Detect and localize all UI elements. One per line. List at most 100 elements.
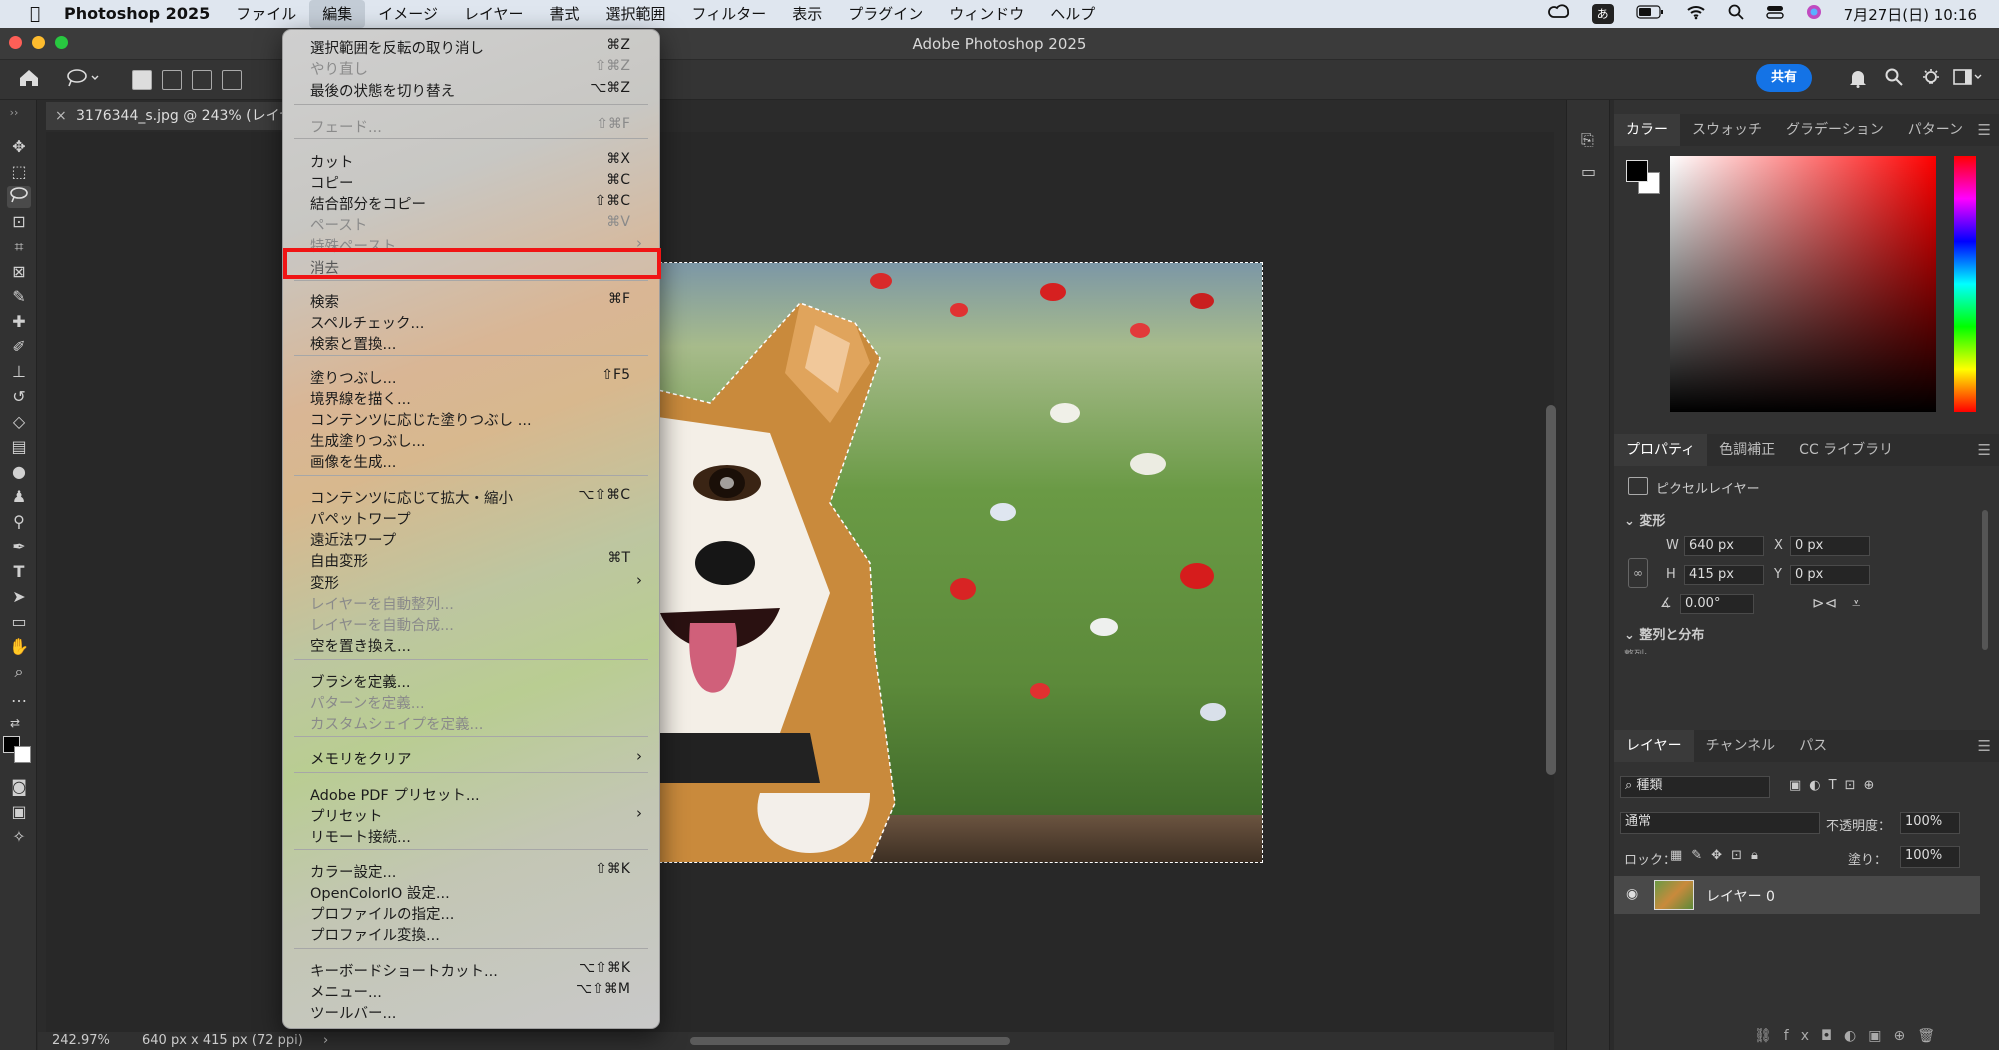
blur-tool-icon[interactable]: ● (7, 461, 31, 483)
edit-menu-item[interactable]: 検索 ⌘F (282, 290, 660, 311)
menu-help[interactable]: ヘルプ (1037, 0, 1108, 28)
brush-tool-icon[interactable]: ✐ (7, 336, 31, 358)
menu-type[interactable]: 書式 (537, 0, 593, 28)
apple-icon[interactable]:  (22, 4, 48, 24)
edit-menu-item[interactable]: OpenColorIO 設定... (282, 881, 660, 902)
gradient-tool-icon[interactable]: ▤ (7, 436, 31, 458)
type-tool-icon[interactable]: T (7, 561, 31, 583)
width-field[interactable]: 640 px (1684, 536, 1764, 556)
eyedropper-tool-icon[interactable]: ✎ (7, 286, 31, 308)
edit-menu-item[interactable]: スペルチェック... (282, 311, 660, 332)
color-picker-field[interactable] (1670, 156, 1936, 412)
edit-menu-item[interactable]: リモート接続... (282, 825, 660, 846)
edit-menu-item[interactable]: 変形 › (282, 571, 660, 592)
generative-icon[interactable]: ✧ (7, 826, 31, 848)
edit-menu-item[interactable]: プロファイル変換... (282, 923, 660, 944)
panel-menu-icon[interactable]: ☰ (1978, 737, 1991, 755)
object-selection-tool-icon[interactable]: ⊡ (7, 211, 31, 233)
history-panel-icon[interactable]: ⎘ (1581, 130, 1594, 150)
new-selection-icon[interactable] (132, 70, 152, 90)
edit-menu-item[interactable]: カラー設定... ⇧⌘K (282, 860, 660, 881)
add-to-selection-icon[interactable] (162, 70, 182, 90)
edit-menu-item[interactable]: 検索と置換... (282, 332, 660, 353)
menu-image[interactable]: イメージ (365, 0, 451, 28)
edit-menu-item[interactable]: 空を置き換え... (282, 634, 660, 655)
edit-menu-item[interactable]: 生成塗りつぶし... (282, 429, 660, 450)
edit-menu-item[interactable]: コンテンツに応じて拡大・縮小 ⌥⇧⌘C (282, 486, 660, 507)
vertical-scrollbar[interactable] (1546, 405, 1556, 775)
path-selection-tool-icon[interactable]: ➤ (7, 586, 31, 608)
swap-colors-icon[interactable]: ⇄ (3, 712, 27, 734)
discover-lightbulb-icon[interactable] (1921, 68, 1941, 93)
search-icon[interactable] (1885, 68, 1903, 91)
tab-patterns[interactable]: パターン (1896, 114, 1975, 146)
flip-horizontal-icon[interactable]: ⊳⊲ (1812, 594, 1837, 612)
properties-scrollbar[interactable] (1982, 510, 1988, 650)
angle-field[interactable]: 0.00° (1680, 594, 1754, 614)
x-field[interactable]: 0 px (1790, 536, 1870, 556)
workspace-icon[interactable] (1953, 68, 1983, 91)
pen-tool-icon[interactable]: ✒ (7, 536, 31, 558)
menu-file[interactable]: ファイル (223, 0, 309, 28)
move-tool-icon[interactable]: ✥ (7, 136, 31, 158)
toolbar-collapse-icon[interactable]: ›› (2, 102, 26, 124)
edit-menu-item[interactable]: キーボードショートカット... ⌥⇧⌘K (282, 959, 660, 980)
quick-mask-icon[interactable]: ◙ (7, 776, 31, 798)
layer-row[interactable]: ◉ レイヤー 0 (1614, 876, 1980, 914)
tab-properties[interactable]: プロパティ (1614, 434, 1708, 466)
horizontal-scrollbar[interactable] (690, 1037, 1010, 1045)
menu-edit[interactable]: 編集 (309, 0, 366, 28)
tab-color[interactable]: カラー (1614, 114, 1680, 146)
edit-menu-item[interactable]: ブラシを定義... (282, 670, 660, 691)
visibility-eye-icon[interactable]: ◉ (1626, 886, 1638, 902)
lasso-tool-preset-icon[interactable] (66, 68, 100, 93)
close-document-icon[interactable]: × (55, 102, 67, 130)
smudge-tool-icon[interactable]: ⚲ (7, 511, 31, 533)
background-color-swatch[interactable] (14, 746, 31, 763)
opacity-field[interactable]: 100% (1900, 812, 1960, 834)
menu-layer[interactable]: レイヤー (451, 0, 537, 28)
hue-slider[interactable] (1954, 156, 1976, 412)
edit-menu-item[interactable]: カット ⌘X (282, 150, 660, 171)
creative-cloud-icon[interactable] (1547, 4, 1570, 24)
tab-layers[interactable]: レイヤー (1614, 730, 1694, 762)
wifi-icon[interactable] (1686, 4, 1706, 24)
link-dimensions-icon[interactable]: ∞ (1628, 558, 1648, 588)
document-image[interactable] (569, 262, 1263, 863)
tab-gradients[interactable]: グラデーション (1774, 114, 1896, 146)
foreground-color-chip[interactable] (1626, 160, 1648, 182)
lasso-tool-icon[interactable] (7, 186, 31, 208)
comments-panel-icon[interactable]: ▭ (1581, 162, 1596, 181)
more-tools-icon[interactable]: … (7, 686, 31, 708)
edit-menu-item[interactable]: プリセット › (282, 804, 660, 825)
y-field[interactable]: 0 px (1790, 565, 1870, 585)
edit-menu-item[interactable]: 結合部分をコピー ⇧⌘C (282, 192, 660, 213)
tab-paths[interactable]: パス (1787, 730, 1839, 762)
flip-vertical-icon[interactable]: ⩡ (1852, 594, 1860, 612)
edit-menu-item[interactable]: 塗りつぶし... ⇧F5 (282, 366, 660, 387)
subtract-selection-icon[interactable] (192, 70, 212, 90)
clone-stamp-tool-icon[interactable]: ⊥ (7, 361, 31, 383)
home-icon[interactable] (18, 68, 40, 93)
screen-mode-icon[interactable]: ▣ (7, 801, 31, 823)
edit-menu-item[interactable]: コピー ⌘C (282, 171, 660, 192)
dodge-tool-icon[interactable]: ♟ (7, 486, 31, 508)
menu-window[interactable]: ウィンドウ (936, 0, 1037, 28)
tab-libraries[interactable]: CC ライブラリ (1787, 434, 1905, 466)
marquee-tool-icon[interactable]: ⬚ (7, 161, 31, 183)
edit-menu-item[interactable]: パペットワープ (282, 507, 660, 528)
edit-menu-item[interactable]: 自由変形 ⌘T (282, 549, 660, 570)
history-brush-tool-icon[interactable]: ↺ (7, 386, 31, 408)
panel-menu-icon[interactable]: ☰ (1978, 121, 1991, 139)
edit-menu-item[interactable]: プロファイルの指定... (282, 902, 660, 923)
healing-brush-tool-icon[interactable]: ✚ (7, 311, 31, 333)
edit-menu-item[interactable]: ツールバー... (282, 1001, 660, 1022)
eraser-tool-icon[interactable]: ◇ (7, 411, 31, 433)
document-tab[interactable]: × 3176344_s.jpg @ 243% (レイヤ (46, 102, 286, 130)
menu-filter[interactable]: フィルター (679, 0, 780, 28)
status-menu-arrow[interactable]: › (323, 1033, 328, 1048)
zoom-tool-icon[interactable]: ⌕ (7, 661, 31, 683)
edit-menu-item[interactable]: Adobe PDF プリセット... (282, 783, 660, 804)
blend-mode-select[interactable]: 通常 (1620, 812, 1820, 834)
menu-plugins[interactable]: プラグイン (835, 0, 936, 28)
